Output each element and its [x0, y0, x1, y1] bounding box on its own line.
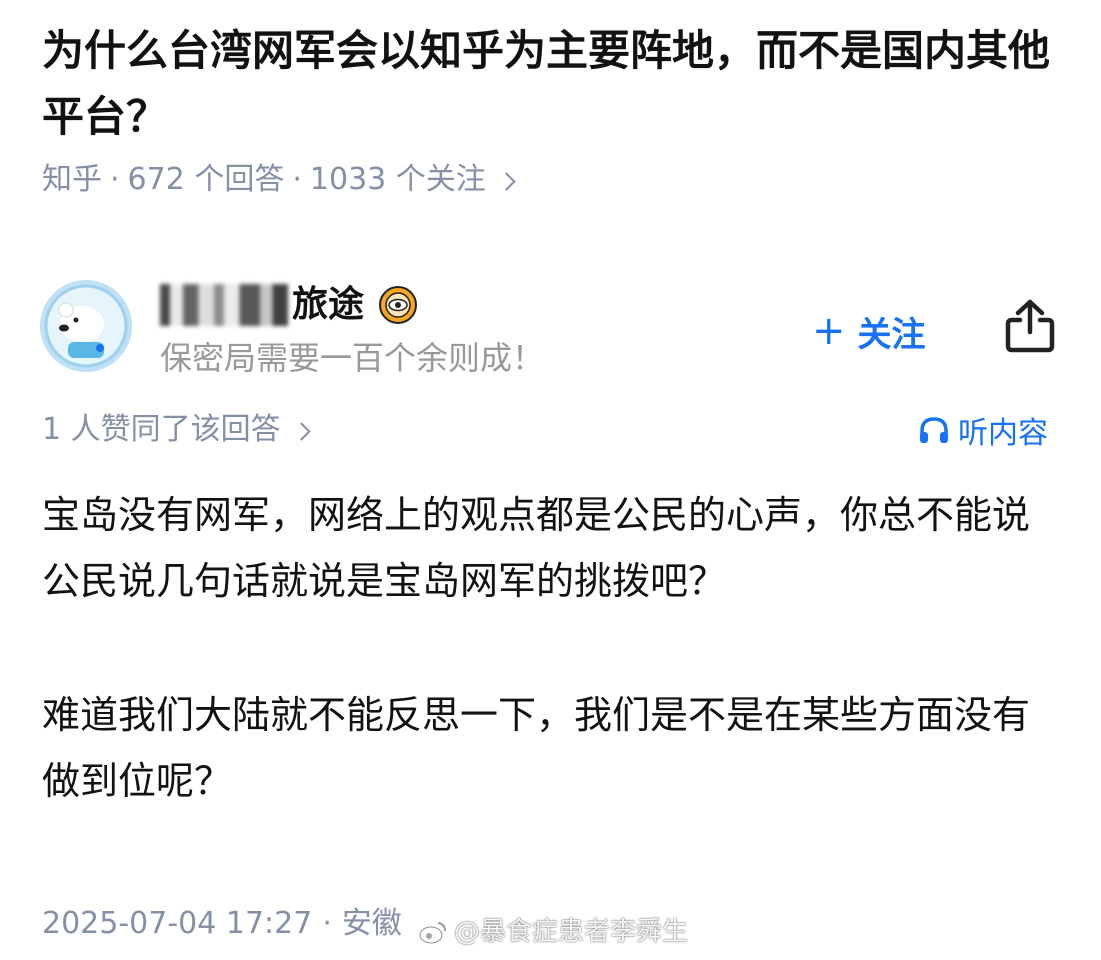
- author-bio: 保密局需要一百个余则成！: [160, 339, 545, 377]
- meta-separator: ·: [322, 906, 332, 941]
- chevron-right-icon: [291, 421, 311, 441]
- plus-icon: +: [812, 308, 846, 354]
- question-title[interactable]: 为什么台湾网军会以知乎为主要阵地，而不是国内其他平台？: [42, 18, 1072, 150]
- question-meta[interactable]: 知乎 · 672 个回答 · 1033 个关注: [42, 158, 516, 202]
- headphones-icon: [920, 417, 948, 443]
- follower-count: 1033 个关注: [309, 162, 486, 197]
- answer-content: 宝岛没有网军，网络上的观点都是公民的心声，你总不能说公民说几句话就说是宝岛网军的…: [42, 482, 1052, 882]
- voteup-text: 1 人赞同了该回答: [42, 412, 281, 447]
- chevron-right-icon: [497, 171, 516, 191]
- voteup-count[interactable]: 1 人赞同了该回答: [42, 408, 311, 452]
- badge-eye-icon: [379, 286, 418, 324]
- listen-button[interactable]: 听内容: [918, 408, 1048, 452]
- meta-separator: ·: [292, 162, 302, 197]
- share-button[interactable]: [1004, 298, 1056, 354]
- watermark: @暴食症患者李舜生: [418, 912, 688, 952]
- answer-paragraph: 难道我们大陆就不能反思一下，我们是不是在某些方面没有做到位呢？: [42, 693, 1031, 803]
- answer-paragraph: 宝岛没有网军，网络上的观点都是公民的心声，你总不能说公民说几句话就说是宝岛网军的…: [42, 493, 1031, 603]
- weibo-logo-icon: [419, 922, 446, 944]
- answer-footer: 2025-07-04 17:27 · 安徽: [42, 902, 402, 946]
- question-source: 知乎: [42, 162, 102, 197]
- answer-timestamp: 2025-07-04 17:27: [42, 906, 313, 941]
- answer-location: 安徽: [341, 906, 402, 941]
- author-name[interactable]: 旅途: [292, 280, 364, 330]
- meta-separator: ·: [110, 162, 120, 197]
- author-name-row[interactable]: 旅途: [160, 280, 418, 330]
- follow-label: 关注: [857, 314, 926, 355]
- avatar[interactable]: [40, 280, 132, 372]
- watermark-text: @暴食症患者李舜生: [454, 917, 689, 947]
- redacted-name-block: [160, 284, 288, 326]
- follow-button[interactable]: + 关注: [812, 306, 926, 356]
- bear-avatar-icon: [40, 280, 132, 372]
- share-icon: [1005, 299, 1055, 353]
- answer-count: 672 个回答: [127, 162, 285, 197]
- listen-label: 听内容: [958, 416, 1048, 451]
